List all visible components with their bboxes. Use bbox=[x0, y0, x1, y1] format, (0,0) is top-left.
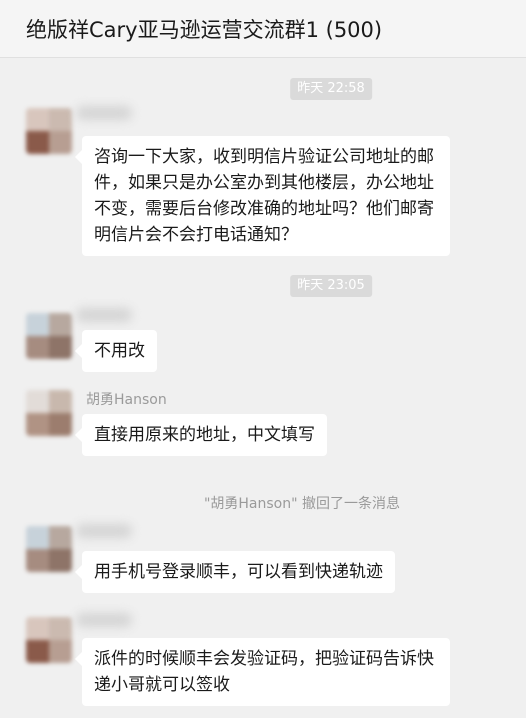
sender-name-blurred bbox=[76, 524, 132, 538]
timestamp: 昨天 22:58 bbox=[290, 78, 372, 100]
message-text: 直接用原来的地址，中文填写 bbox=[94, 425, 315, 445]
avatar[interactable] bbox=[26, 526, 72, 572]
message-bubble[interactable]: 不用改 bbox=[75, 330, 157, 372]
sender-name: 胡勇Hanson bbox=[86, 392, 167, 408]
message-text: 咨询一下大家，收到明信片验证公司地址的邮件，如果只是办公室办到其他楼层，办公地址… bbox=[94, 147, 434, 245]
message-bubble[interactable]: 咨询一下大家，收到明信片验证公司地址的邮件，如果只是办公室办到其他楼层，办公地址… bbox=[75, 136, 450, 256]
message-bubble[interactable]: 派件的时候顺丰会发验证码，把验证码告诉快递小哥就可以签收 bbox=[75, 638, 450, 706]
avatar[interactable] bbox=[26, 617, 72, 663]
chat-header: 绝版祥Cary亚马逊运营交流群1 (500) bbox=[0, 0, 526, 58]
avatar[interactable] bbox=[26, 108, 72, 154]
message-text: 不用改 bbox=[94, 341, 145, 361]
recall-notice: "胡勇Hanson" 撤回了一条消息 bbox=[203, 496, 401, 512]
avatar[interactable] bbox=[26, 313, 72, 359]
message-text: 用手机号登录顺丰，可以看到快递轨迹 bbox=[94, 562, 383, 582]
message-bubble[interactable]: 用手机号登录顺丰，可以看到快递轨迹 bbox=[75, 551, 395, 593]
sender-name-blurred bbox=[76, 613, 132, 627]
avatar[interactable] bbox=[26, 390, 72, 436]
chat-title: 绝版祥Cary亚马逊运营交流群1 (500) bbox=[26, 18, 383, 42]
timestamp: 昨天 23:05 bbox=[290, 275, 372, 297]
message-bubble[interactable]: 直接用原来的地址，中文填写 bbox=[75, 414, 327, 456]
sender-name-blurred bbox=[76, 308, 132, 322]
sender-name-blurred bbox=[76, 106, 132, 120]
message-text: 派件的时候顺丰会发验证码，把验证码告诉快递小哥就可以签收 bbox=[94, 649, 434, 695]
